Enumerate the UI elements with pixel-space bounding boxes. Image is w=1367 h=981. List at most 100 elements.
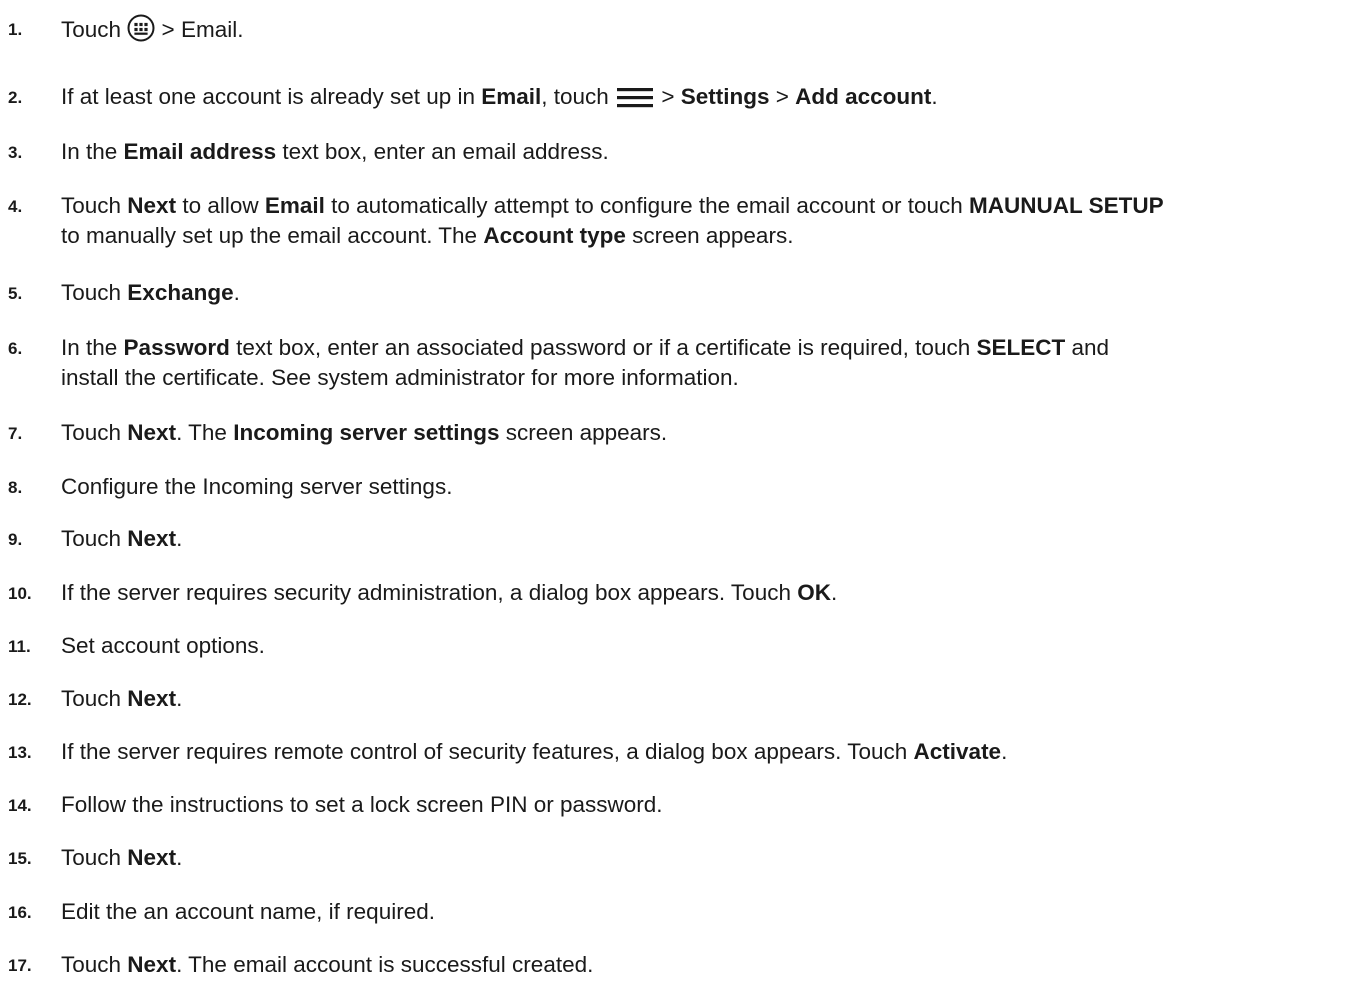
step-text-run: to manually set up the email account. Th… xyxy=(61,223,484,248)
step-text: If the server requires security administ… xyxy=(61,578,1360,608)
step-number: 7. xyxy=(8,424,23,443)
step-number: 4. xyxy=(8,197,23,216)
step-text-run: . The xyxy=(176,420,234,445)
step-text: Touch Next. The email account is success… xyxy=(61,950,1360,980)
step-item: 9. Touch Next. xyxy=(8,524,1360,555)
step-text: Touch Exchange. xyxy=(61,278,1360,308)
step-text: Touch Next. xyxy=(61,524,1360,554)
step-text-run: > Email. xyxy=(155,17,244,42)
step-text-run: Edit the an account name, if required. xyxy=(61,899,435,924)
step-text-run: > xyxy=(655,84,681,109)
step-item: 12. Touch Next. xyxy=(8,684,1360,715)
step-text-run: to allow xyxy=(176,193,265,218)
step-text-run: Touch xyxy=(61,280,128,305)
step-item: 10. If the server requires security admin… xyxy=(8,578,1360,609)
step-item: 7. Touch Next. The Incoming server settin… xyxy=(8,418,1360,449)
step-number: 1. xyxy=(8,20,23,39)
step-text-run: . xyxy=(176,845,183,870)
step-emphasis: Account type xyxy=(483,223,626,248)
step-emphasis: SELECT xyxy=(976,335,1066,360)
step-number: 11. xyxy=(8,637,31,656)
step-text-run: install the certificate. See system admi… xyxy=(61,365,739,390)
step-emphasis: MAUNUAL SETUP xyxy=(969,193,1164,218)
step-emphasis: Next xyxy=(127,845,177,870)
step-emphasis: Email xyxy=(481,84,542,109)
step-emphasis: Next xyxy=(127,686,177,711)
step-number: 6. xyxy=(8,339,23,358)
step-emphasis: Next xyxy=(127,420,177,445)
apps-grid-icon xyxy=(127,14,155,50)
step-text-run: If the server requires remote control of… xyxy=(61,739,914,764)
step-text-run: Set account options. xyxy=(61,633,265,658)
step-text-run: If at least one account is already set u… xyxy=(61,84,482,109)
step-emphasis: Add account xyxy=(795,84,932,109)
step-item: 16. Edit the an account name, if required… xyxy=(8,897,1360,928)
step-number: 17. xyxy=(8,956,32,975)
step-number: 13. xyxy=(8,743,32,762)
step-text-run: Configure the Incoming server settings. xyxy=(61,474,453,499)
step-emphasis: Password xyxy=(123,335,230,360)
step-text: Touch Next. xyxy=(61,843,1360,873)
step-emphasis: OK xyxy=(797,580,831,605)
step-item: 2. If at least one account is already set… xyxy=(8,82,1360,117)
step-text-run: text box, enter an associated password o… xyxy=(229,335,977,360)
step-number: 8. xyxy=(8,478,23,497)
step-text-run: screen appears. xyxy=(625,223,794,248)
step-number: 12. xyxy=(8,690,32,709)
step-text-run: Touch xyxy=(61,952,128,977)
step-item: 15. Touch Next. xyxy=(8,843,1360,874)
step-emphasis: Email address xyxy=(123,139,277,164)
step-number: 5. xyxy=(8,284,23,303)
step-text-run: . xyxy=(233,280,240,305)
step-emphasis: Incoming server settings xyxy=(233,420,500,445)
step-text: In the Email address text box, enter an … xyxy=(61,137,1360,167)
step-text-run: screen appears. xyxy=(499,420,668,445)
step-text: Follow the instructions to set a lock sc… xyxy=(61,790,1360,820)
step-emphasis: Activate xyxy=(913,739,1002,764)
step-item: 11. Set account options. xyxy=(8,631,1360,662)
step-text: In the Password text box, enter an assoc… xyxy=(61,333,1360,393)
step-text: Touch Next to allow Email to automatical… xyxy=(61,191,1360,251)
step-text-run: Touch xyxy=(61,526,128,551)
step-text: Edit the an account name, if required. xyxy=(61,897,1360,927)
step-text: Touch Next. xyxy=(61,684,1360,714)
step-text-run: In the xyxy=(61,335,124,360)
step-text-run: . xyxy=(830,580,838,605)
step-text-run: to automatically attempt to configure th… xyxy=(324,193,970,218)
step-text: Set account options. xyxy=(61,631,1360,661)
step-emphasis: Settings xyxy=(680,84,770,109)
step-item: 4. Touch Next to allow Email to automatic… xyxy=(8,191,1360,251)
step-text-run: . xyxy=(176,686,183,711)
step-number: 10. xyxy=(8,584,32,603)
menu-icon xyxy=(615,85,655,117)
step-text-run: , touch xyxy=(541,84,616,109)
step-number: 2. xyxy=(8,88,23,107)
step-text-run: > xyxy=(769,84,796,109)
step-text: Configure the Incoming server settings. xyxy=(61,472,1360,502)
step-text: If the server requires remote control of… xyxy=(61,737,1360,767)
step-text-run: Touch xyxy=(61,420,128,445)
step-text-run: If the server requires security administ… xyxy=(61,580,798,605)
step-item: 13. If the server requires remote control… xyxy=(8,737,1360,768)
step-text: If at least one account is already set u… xyxy=(61,82,1360,117)
step-emphasis: Email xyxy=(264,193,325,218)
step-emphasis: Exchange xyxy=(127,280,234,305)
step-text: Touch > Email. xyxy=(61,14,1360,50)
step-item: 14. Follow the instructions to set a lock… xyxy=(8,790,1360,821)
step-emphasis: Next xyxy=(127,952,177,977)
step-item: 3. In the Email address text box, enter a… xyxy=(8,137,1360,168)
step-number: 3. xyxy=(8,143,23,162)
step-text-run: . xyxy=(931,84,938,109)
step-number: 14. xyxy=(8,796,32,815)
step-number: 16. xyxy=(8,903,32,922)
step-item: 17. Touch Next. The email account is succ… xyxy=(8,950,1360,981)
step-text-run: . The email account is successful create… xyxy=(176,952,594,977)
step-text-run: Touch xyxy=(61,686,128,711)
step-text: Touch Next. The Incoming server settings… xyxy=(61,418,1360,448)
step-text-run: Touch xyxy=(61,193,128,218)
step-text-run: and xyxy=(1065,335,1110,360)
step-emphasis: Next xyxy=(127,526,177,551)
step-text-run: . xyxy=(1001,739,1008,764)
step-text-run: text box, enter an email address. xyxy=(276,139,609,164)
step-item: 6. In the Password text box, enter an ass… xyxy=(8,333,1360,393)
